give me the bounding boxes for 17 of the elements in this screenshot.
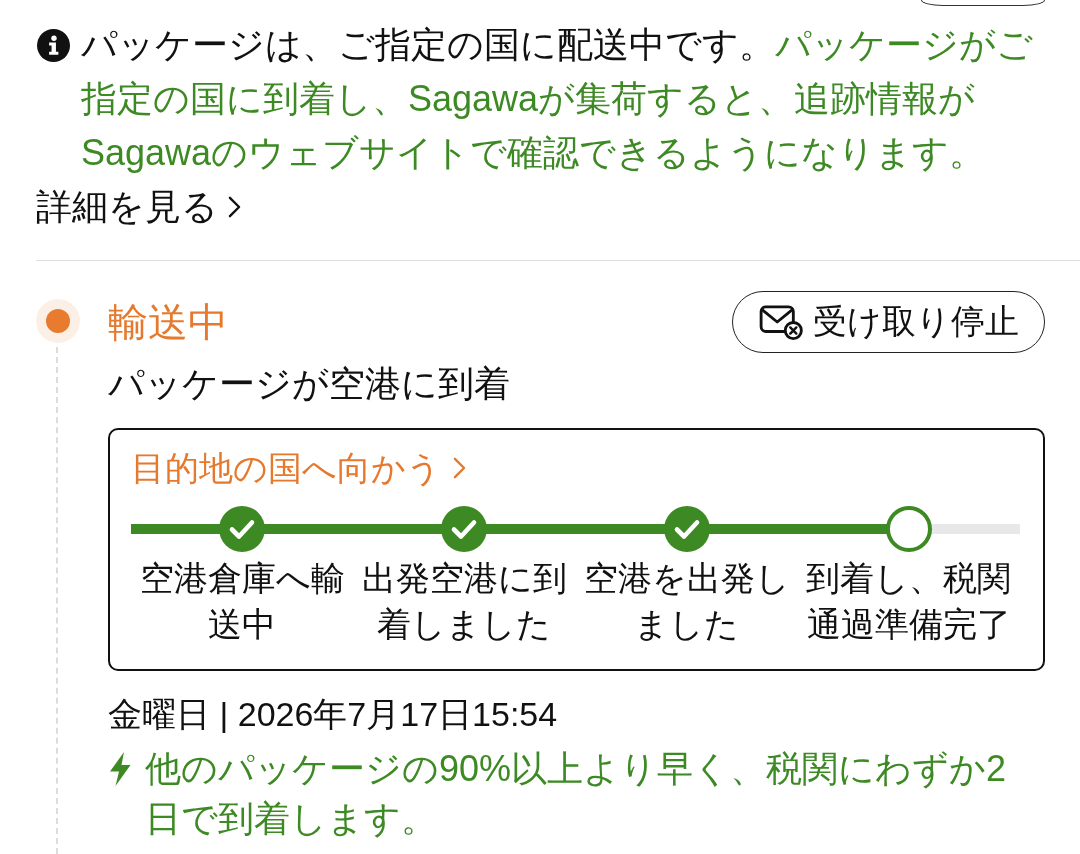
stop-delivery-button[interactable]: 受け取り停止 — [732, 291, 1045, 353]
info-icon — [37, 29, 70, 62]
chevron-icon — [453, 457, 466, 479]
status-summary: パッケージが空港に到着 — [108, 362, 511, 406]
notice-text: パッケージは、ご指定の国に配送中です。パッケージがご指定の国に到着し、Sagawaが集荷すると、追跡情報がSagawaのウェブサイトで確認できるようになります。 — [81, 23, 1034, 175]
step-label: 空港を出発しました — [582, 558, 791, 645]
chevron-icon — [228, 196, 241, 218]
details-link[interactable]: 詳細を見る — [36, 180, 241, 234]
lightning-icon — [108, 752, 132, 786]
step-label: 空港倉庫へ輸送中 — [138, 558, 346, 645]
status-title: 輸送中 — [108, 299, 228, 346]
status-dot-icon — [36, 299, 80, 343]
step-label: 出発空港に到着しました — [360, 558, 568, 645]
step-label: 到着し、税関通過準備完了 — [805, 558, 1013, 645]
envelope-x-icon — [759, 304, 803, 340]
delivery-date: 金曜日 | 2026年7月17日15:54 — [108, 694, 559, 735]
eta-note: 他のパッケージの90%以上より早く、税関にわずか2日で到着します。 — [145, 747, 1008, 841]
